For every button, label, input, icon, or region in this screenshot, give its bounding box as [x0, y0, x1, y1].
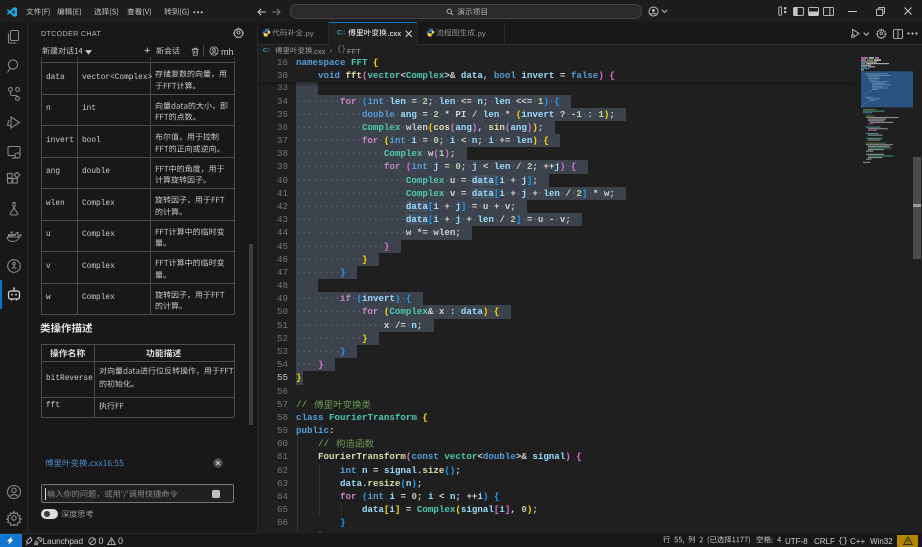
- svg-text:C: C: [263, 48, 267, 54]
- svg-text:C: C: [337, 29, 342, 36]
